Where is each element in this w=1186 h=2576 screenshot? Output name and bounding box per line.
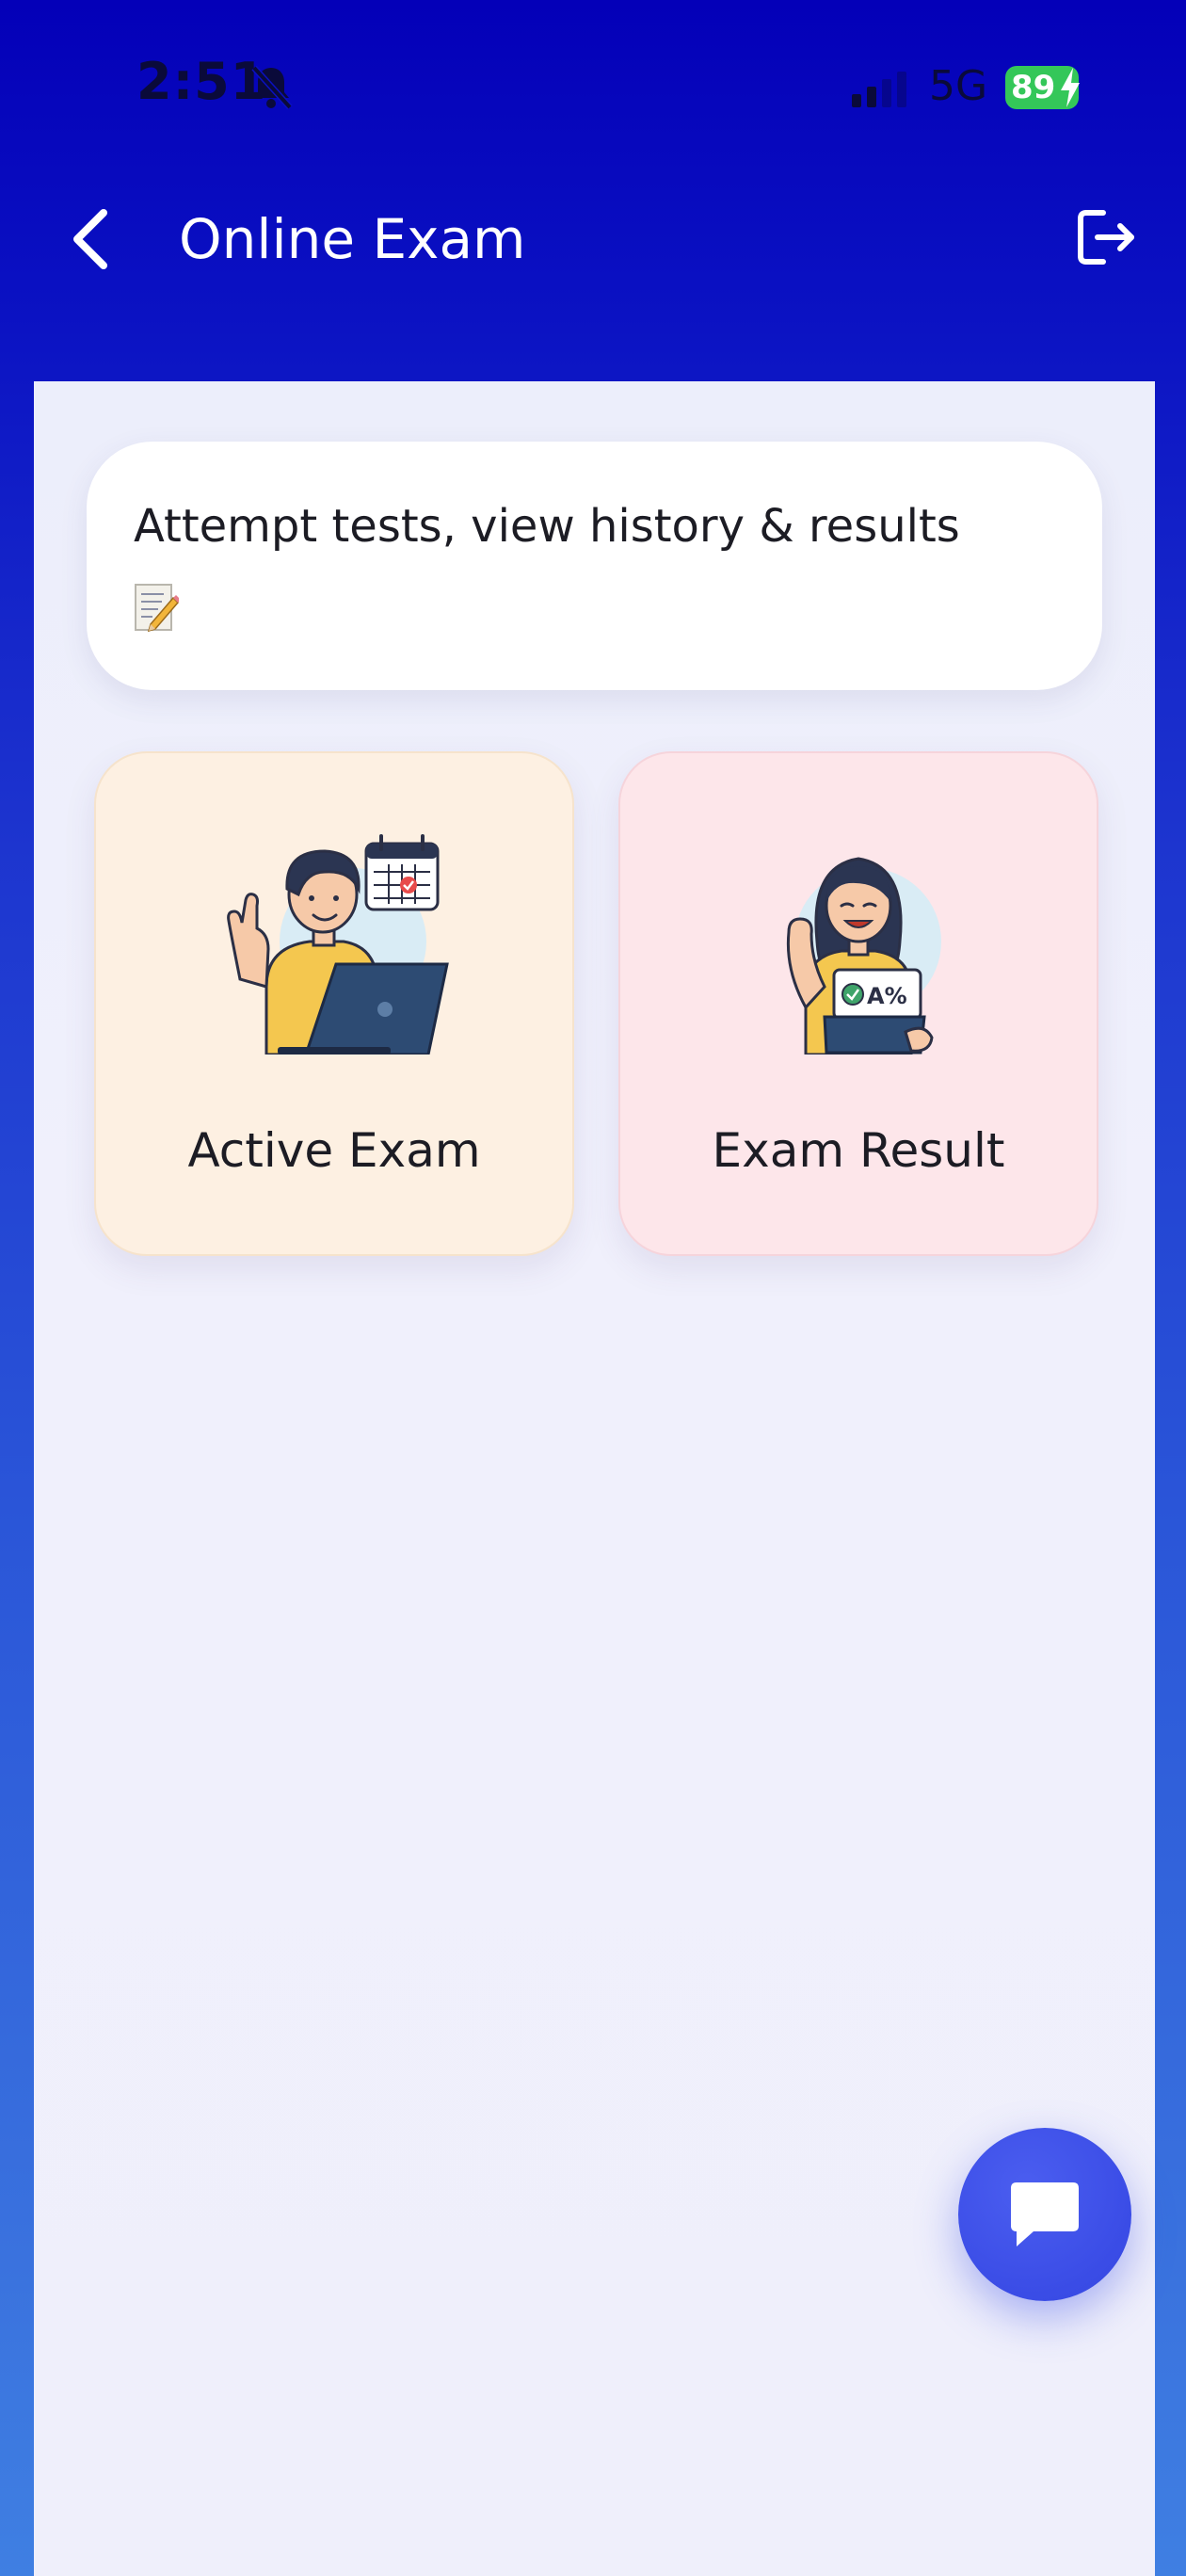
app-bar: Online Exam xyxy=(0,179,1186,367)
network-type: 5G xyxy=(929,62,988,110)
intro-card: Attempt tests, view history & results xyxy=(87,442,1102,690)
page-title: Online Exam xyxy=(179,207,526,271)
exam-result-label: Exam Result xyxy=(712,1123,1005,1178)
active-exam-label: Active Exam xyxy=(187,1123,481,1178)
status-bar: 2:51 5G 89 xyxy=(0,0,1186,179)
battery-level: 89 xyxy=(1011,69,1056,106)
logout-icon[interactable] xyxy=(1073,203,1141,271)
intro-text: Attempt tests, view history & results xyxy=(134,500,960,553)
chat-bubble-icon xyxy=(1011,2182,1079,2246)
exam-result-tile[interactable]: A% Exam Result xyxy=(618,751,1098,1256)
charging-bolt-icon xyxy=(1061,68,1080,107)
active-exam-tile[interactable]: Active Exam xyxy=(94,751,574,1256)
bell-slash-icon xyxy=(251,65,293,110)
memo-icon xyxy=(135,584,179,633)
signal-icon xyxy=(852,72,906,107)
exam-result-illustration: A% xyxy=(786,857,941,1055)
grade-badge-text: A% xyxy=(867,983,907,1009)
chat-button[interactable] xyxy=(958,2128,1131,2301)
back-chevron-icon[interactable] xyxy=(58,201,124,277)
active-exam-illustration xyxy=(227,834,449,1055)
